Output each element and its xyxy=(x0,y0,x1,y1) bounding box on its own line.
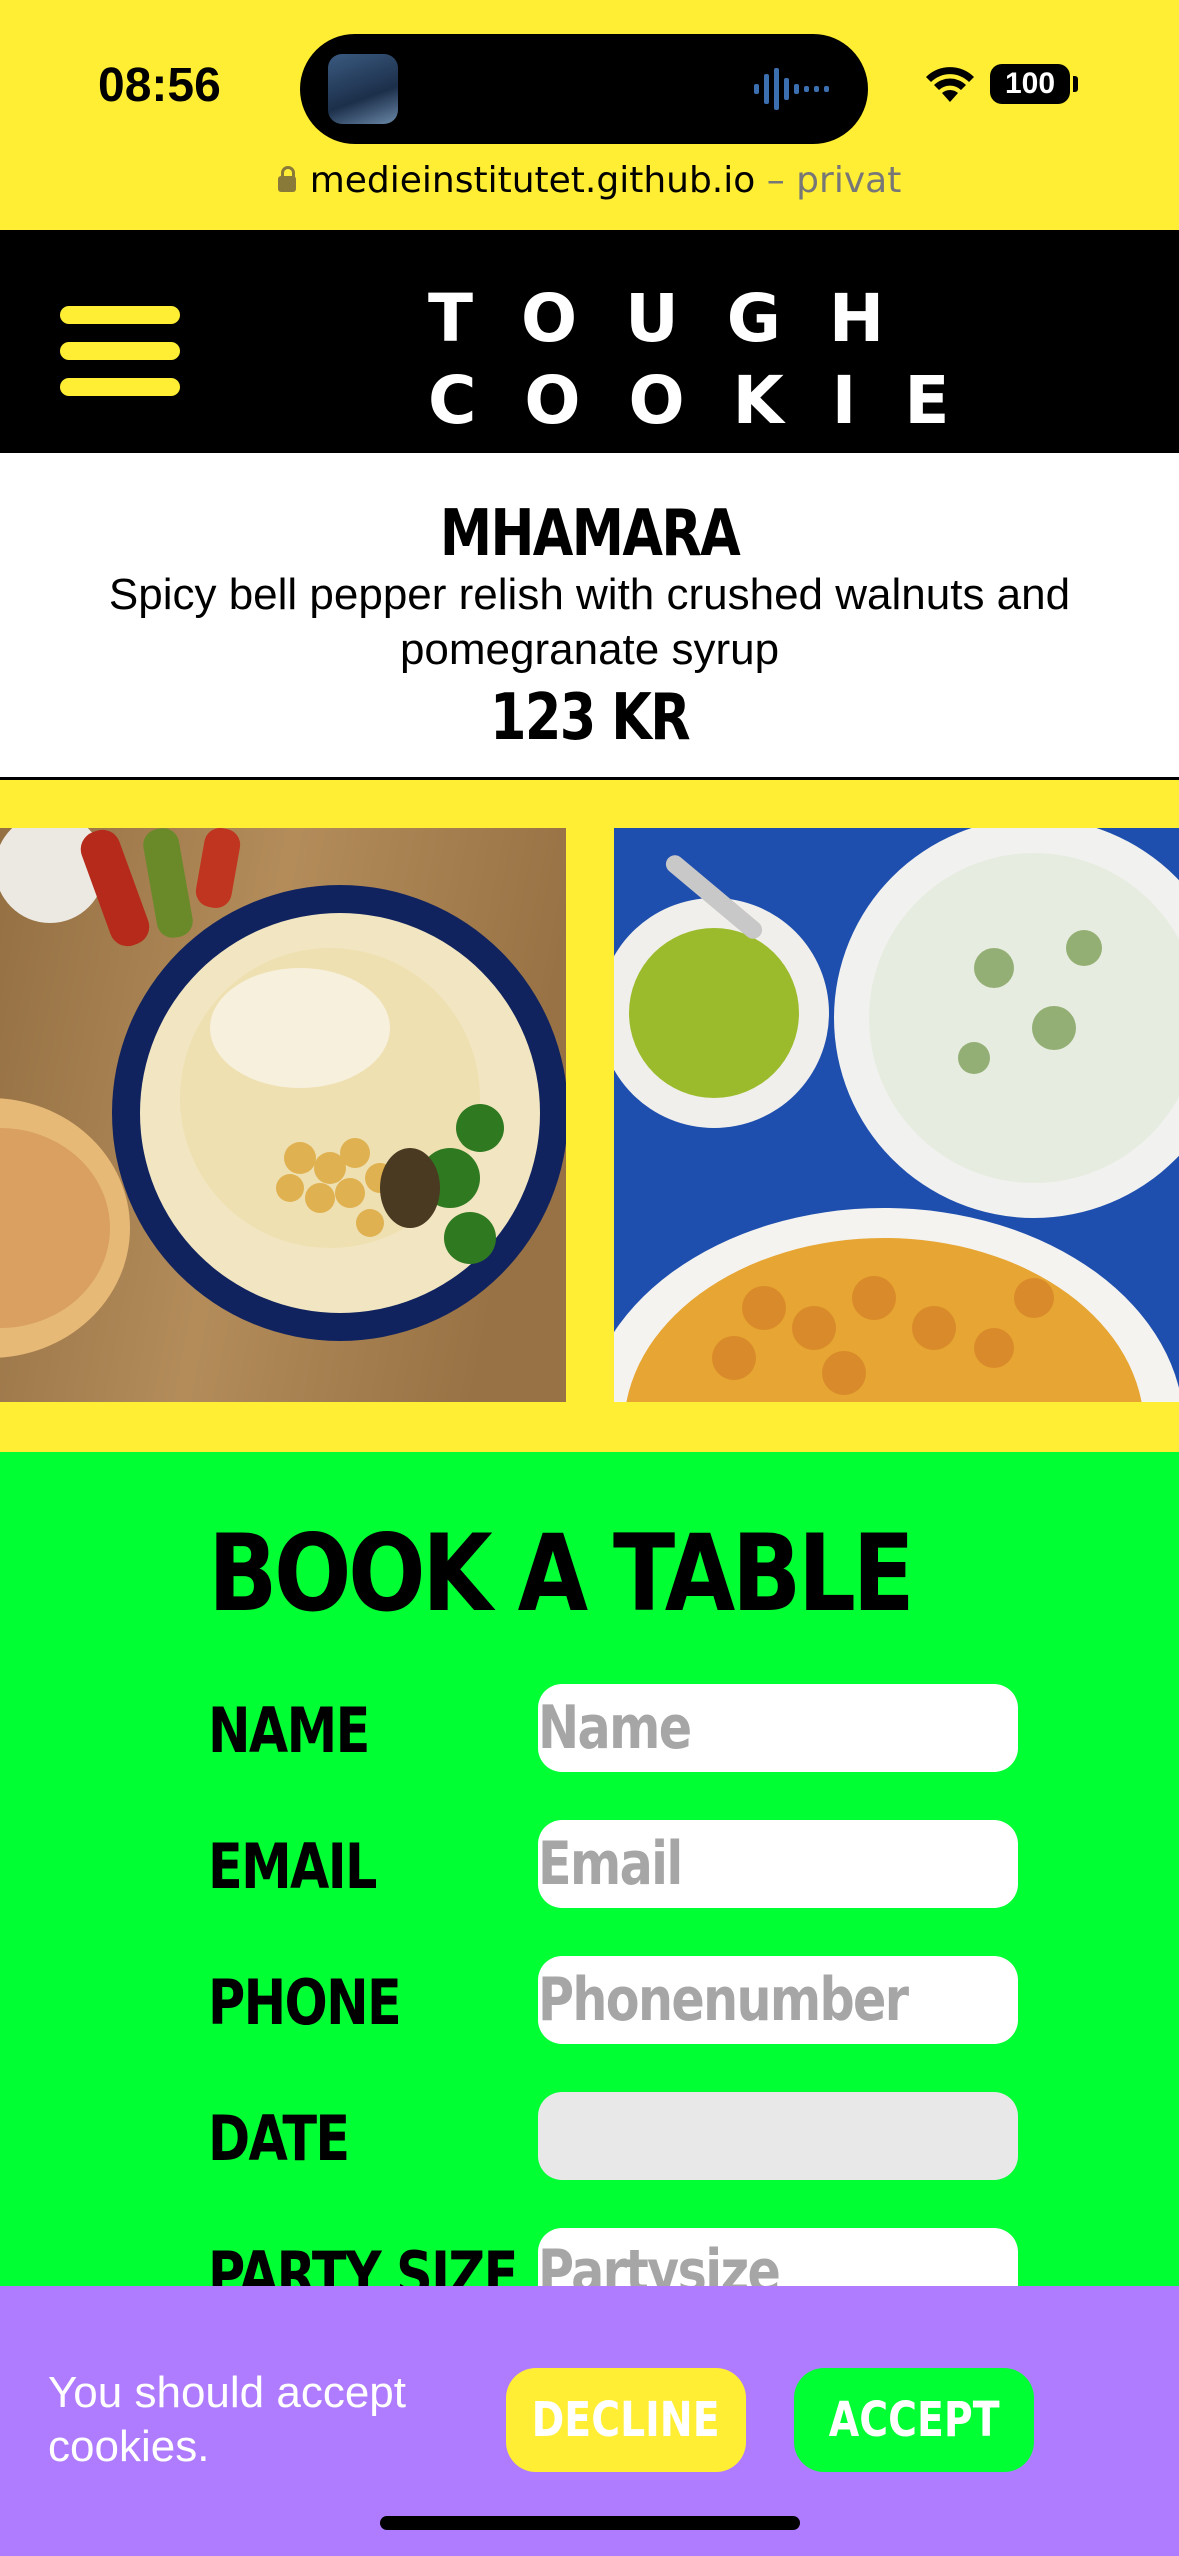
date-label: DATE xyxy=(208,2102,350,2175)
dish-description: Spicy bell pepper relish with crushed wa… xyxy=(108,570,1071,674)
decline-button[interactable]: DECLINE xyxy=(506,2368,746,2472)
name-label: NAME xyxy=(208,1694,370,1767)
accept-label: ACCEPT xyxy=(828,2392,1000,2448)
battery-icon: 100 xyxy=(990,64,1070,104)
cookie-banner: You should accept cookies. DECLINE ACCEP… xyxy=(0,2286,1179,2556)
logo-line-1: TOUGH xyxy=(428,280,933,357)
date-row: DATE xyxy=(208,2092,1020,2182)
lock-icon xyxy=(277,166,296,192)
booking-title: BOOK A TABLE xyxy=(208,1512,915,1635)
now-playing-thumbnail xyxy=(328,54,398,124)
name-placeholder: Name xyxy=(538,1693,692,1763)
email-row: EMAIL Email xyxy=(208,1820,1020,1910)
decline-label: DECLINE xyxy=(531,2392,720,2448)
email-placeholder: Email xyxy=(538,1829,683,1899)
email-input[interactable]: Email xyxy=(538,1820,1018,1908)
status-bar: 08:56 100 medieinstitutet.github.io – pr… xyxy=(0,0,1179,230)
accept-button[interactable]: ACCEPT xyxy=(794,2368,1034,2472)
phone-placeholder: Phonenumber xyxy=(538,1965,909,2035)
hamburger-menu-icon[interactable] xyxy=(60,306,180,396)
clock: 08:56 xyxy=(98,59,221,112)
audio-wave-icon xyxy=(754,68,829,110)
logo-line-2: COOKIE xyxy=(428,362,998,439)
cookie-message: You should accept cookies. xyxy=(48,2368,406,2471)
url-domain: medieinstitutet.github.io xyxy=(309,160,756,201)
photo-gallery xyxy=(0,780,1179,1450)
dish-price: 123 KR xyxy=(489,681,691,755)
address-bar[interactable]: medieinstitutet.github.io – privat xyxy=(0,160,1179,201)
dynamic-island xyxy=(300,34,868,144)
name-input[interactable]: Name xyxy=(538,1684,1018,1772)
phone-row: PHONE Phonenumber xyxy=(208,1956,1020,2046)
phone-input[interactable]: Phonenumber xyxy=(538,1956,1018,2044)
site-logo[interactable]: TOUGH COOKIE xyxy=(380,278,998,442)
phone-label: PHONE xyxy=(208,1966,402,2039)
battery-tip xyxy=(1073,76,1078,92)
mezze-photo xyxy=(614,828,1179,1402)
wifi-icon xyxy=(926,67,974,102)
dish-title: MHAMARA xyxy=(439,497,741,571)
dish-card: MHAMARA Spicy bell pepper relish with cr… xyxy=(0,453,1179,780)
browsing-mode: – privat xyxy=(766,160,902,201)
date-input[interactable] xyxy=(538,2092,1018,2180)
site-header: TOUGH COOKIE xyxy=(0,230,1179,453)
hummus-photo xyxy=(0,828,566,1402)
name-row: NAME Name xyxy=(208,1684,1020,1774)
home-indicator[interactable] xyxy=(380,2516,800,2530)
email-label: EMAIL xyxy=(208,1830,377,1903)
